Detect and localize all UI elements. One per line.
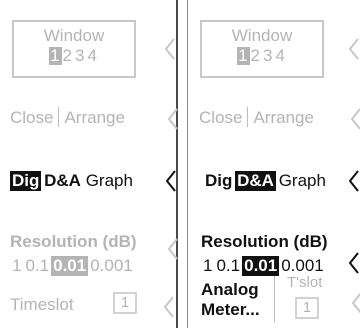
- left-triangle-icon: [352, 292, 360, 314]
- tab-graph[interactable]: Graph: [277, 171, 328, 191]
- tab-d-and-a[interactable]: D&A: [42, 171, 83, 191]
- window-number-3[interactable]: 3: [74, 47, 86, 65]
- resolution-1[interactable]: 1: [10, 256, 23, 276]
- view-tabs: Dig D&A Graph: [203, 171, 328, 191]
- view-tabs: Dig D&A Graph: [10, 171, 135, 191]
- resolution-0-001[interactable]: 0.001: [88, 256, 135, 276]
- analog-meter-line2: Meter...: [201, 300, 260, 319]
- resolution-0-1[interactable]: 0.1: [214, 256, 242, 276]
- close-arrange-row: Close Arrange: [199, 107, 314, 128]
- window-number-2[interactable]: 2: [62, 47, 74, 65]
- left-triangle-icon: [168, 238, 178, 260]
- resolution-0-01[interactable]: 0.01: [51, 256, 89, 276]
- resolution-label: Resolution (dB): [201, 232, 328, 251]
- resolution-1[interactable]: 1: [201, 256, 214, 276]
- window-title: Window: [43, 26, 105, 45]
- divider: [247, 107, 249, 127]
- left-triangle-icon: [349, 38, 359, 60]
- timeslot-field[interactable]: 1: [113, 292, 137, 314]
- close-button[interactable]: Close: [10, 108, 53, 127]
- resolution-0-1[interactable]: 0.1: [23, 256, 51, 276]
- window-number-1[interactable]: 1: [49, 47, 62, 65]
- panel-gap: [178, 0, 187, 328]
- resolution-0-01[interactable]: 0.01: [242, 256, 280, 276]
- left-triangle-icon: [166, 170, 176, 192]
- resolution-values: 1 0.1 0.01 0.001: [10, 256, 135, 276]
- window-numbers: 1234: [202, 47, 322, 65]
- divider: [58, 107, 60, 127]
- window-number-3[interactable]: 3: [262, 47, 274, 65]
- divider: [274, 276, 275, 322]
- close-arrange-row: Close Arrange: [10, 107, 125, 128]
- right-softkey-panel: Window 1234 Close Arrange Dig D&A Graph R…: [187, 0, 360, 328]
- window-number-4[interactable]: 4: [86, 47, 98, 65]
- timeslot-label: T'slot: [287, 274, 323, 291]
- window-number-2[interactable]: 2: [250, 47, 262, 65]
- left-softkey-panel: Window 1234 Close Arrange Dig D&A Graph R…: [0, 0, 178, 328]
- tab-graph[interactable]: Graph: [84, 171, 135, 191]
- timeslot-field[interactable]: 1: [295, 297, 319, 319]
- left-triangle-icon: [351, 108, 360, 130]
- close-button[interactable]: Close: [199, 108, 242, 127]
- left-triangle-icon: [349, 252, 359, 274]
- window-number-4[interactable]: 4: [274, 47, 286, 65]
- resolution-values: 1 0.1 0.01 0.001: [201, 256, 326, 276]
- resolution-label: Resolution (dB): [10, 232, 137, 251]
- left-triangle-icon: [164, 296, 174, 318]
- window-selector[interactable]: Window 1234: [200, 20, 324, 78]
- window-numbers: 1234: [14, 47, 134, 65]
- tab-dig[interactable]: Dig: [203, 171, 234, 191]
- timeslot-label: Timeslot: [10, 295, 74, 314]
- window-number-1[interactable]: 1: [237, 47, 250, 65]
- arrange-button[interactable]: Arrange: [64, 108, 124, 127]
- left-triangle-icon: [349, 170, 359, 192]
- window-title: Window: [231, 26, 293, 45]
- resolution-0-001[interactable]: 0.001: [279, 256, 326, 276]
- tab-d-and-a[interactable]: D&A: [235, 171, 276, 191]
- tab-dig[interactable]: Dig: [10, 171, 42, 191]
- left-triangle-icon: [165, 38, 175, 60]
- analog-meter-button[interactable]: Analog Meter...: [201, 280, 260, 320]
- window-selector[interactable]: Window 1234: [12, 20, 136, 78]
- arrange-button[interactable]: Arrange: [253, 108, 313, 127]
- analog-meter-line1: Analog: [201, 280, 259, 299]
- left-triangle-icon: [168, 108, 178, 130]
